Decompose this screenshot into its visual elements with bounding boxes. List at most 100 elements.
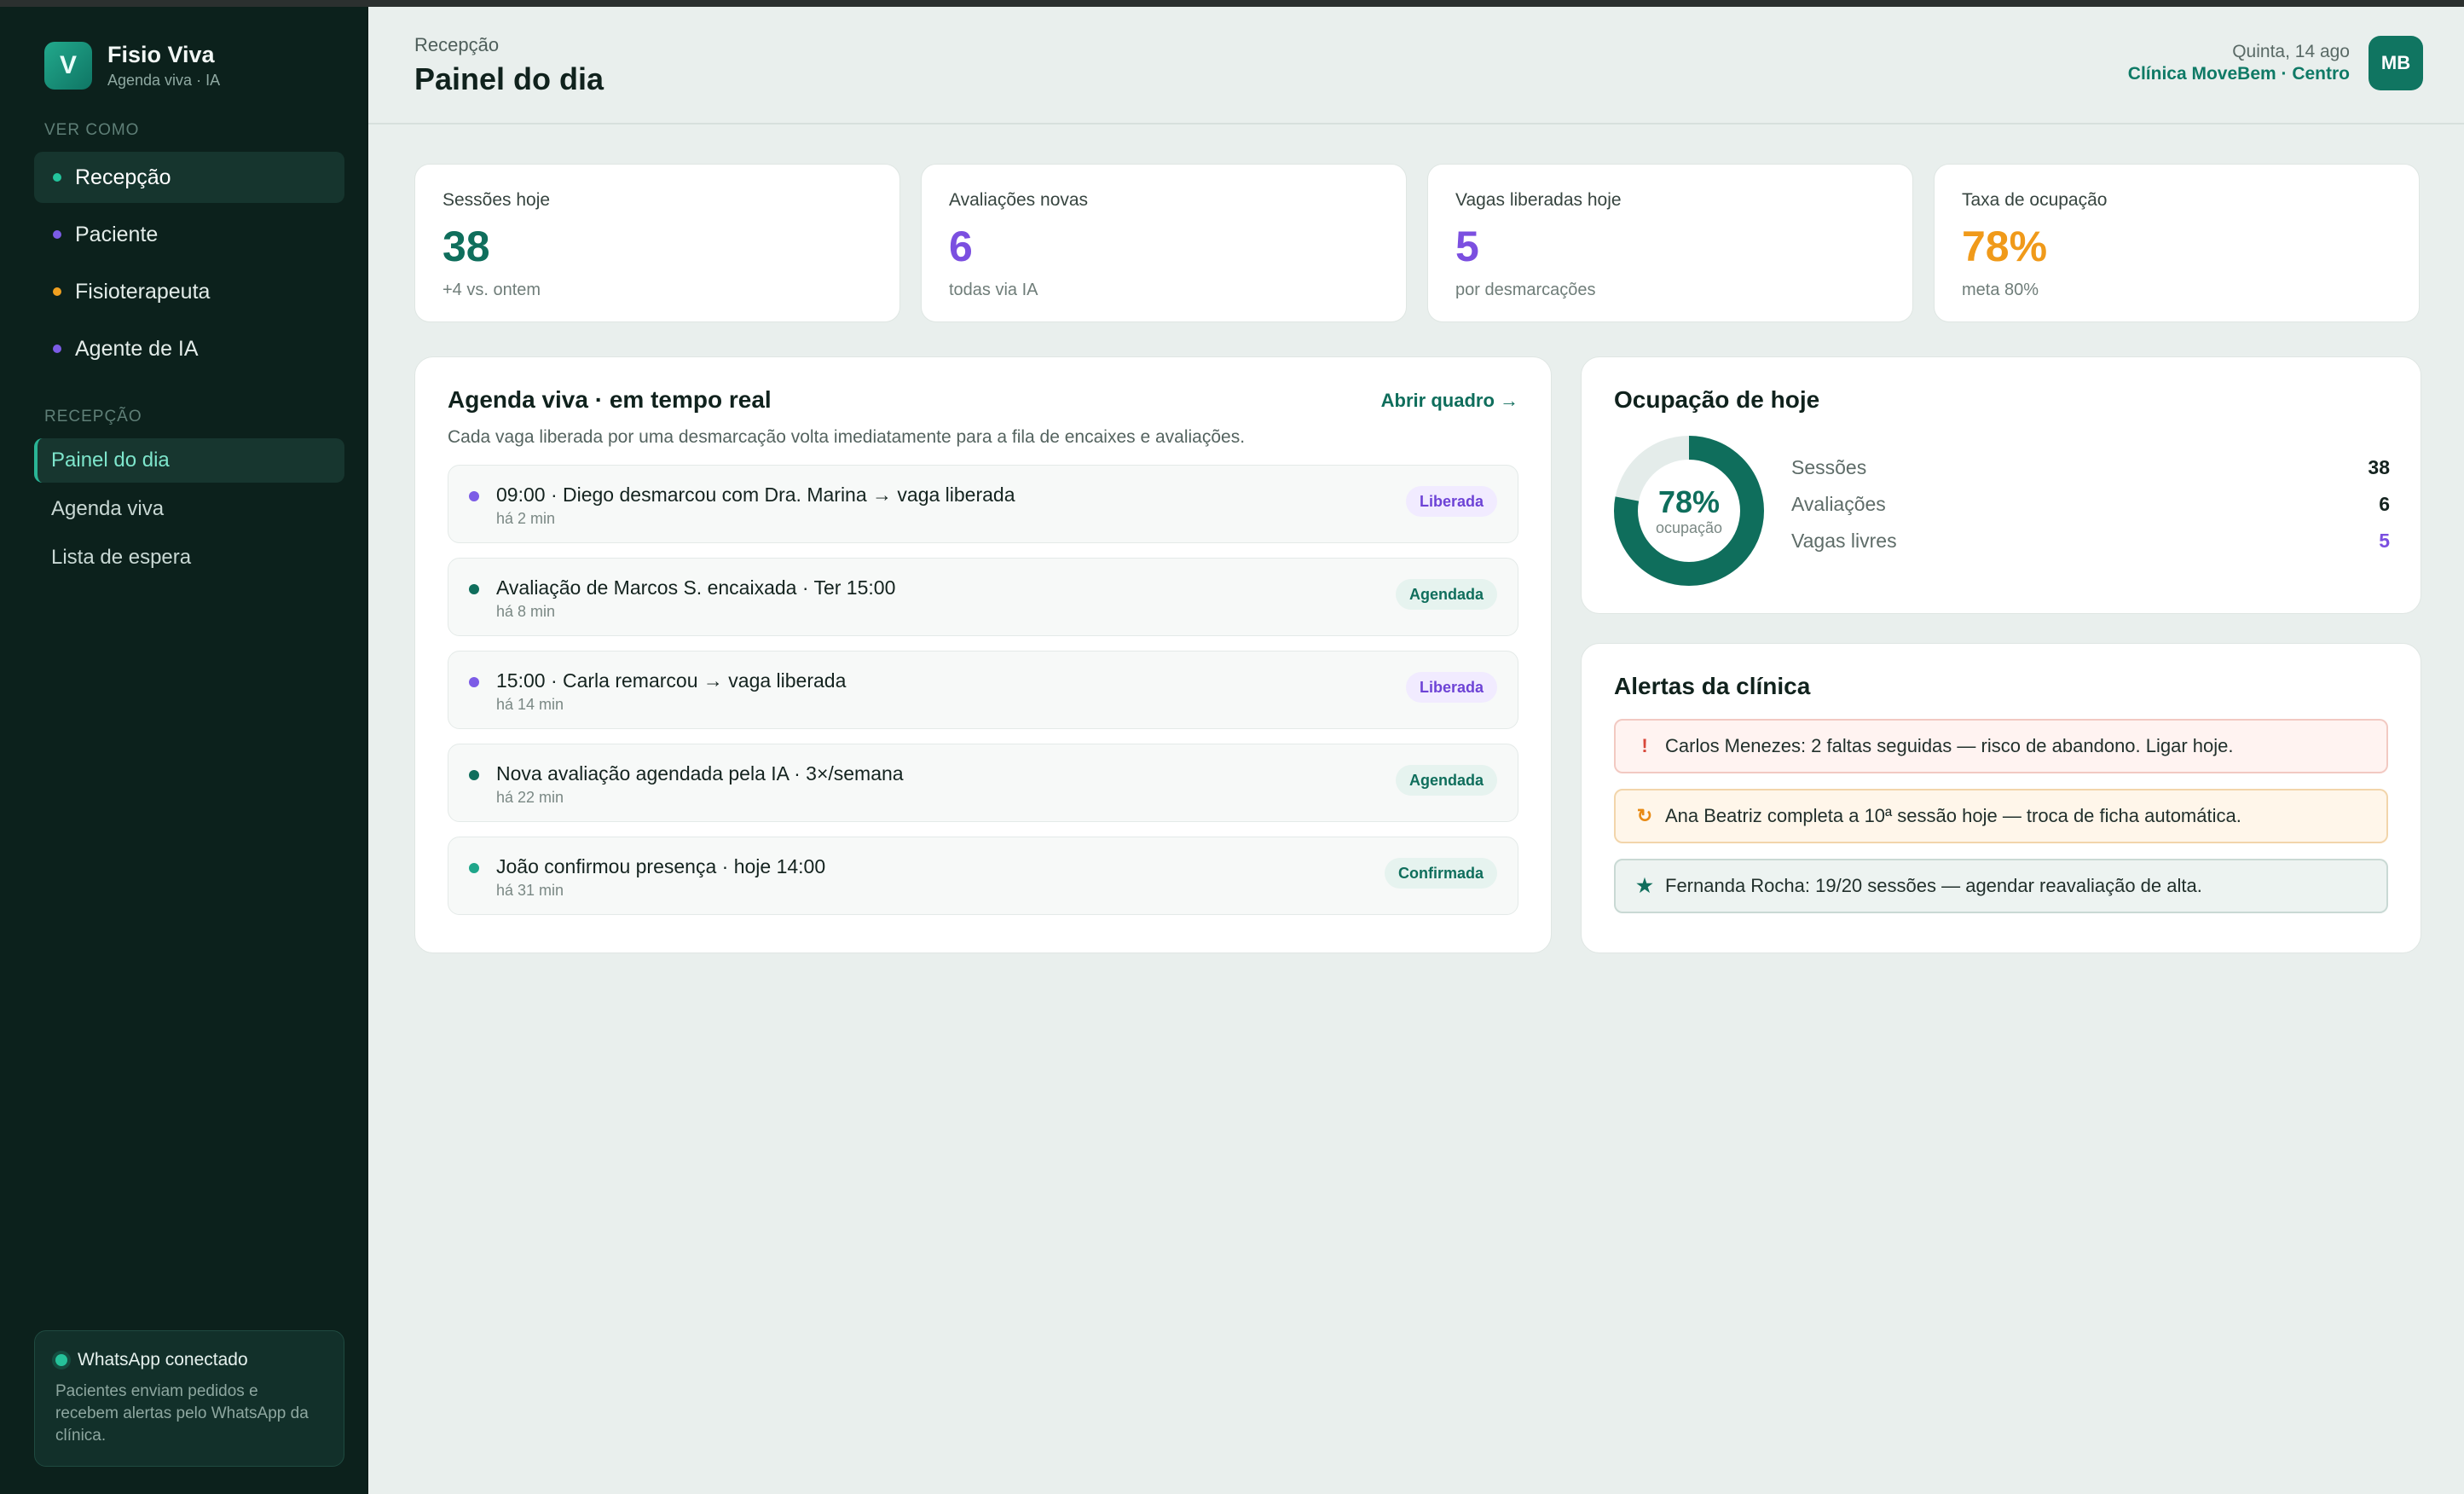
agenda-card: Agenda viva · em tempo real Abrir quadro… (414, 356, 1552, 953)
occupancy-list: Sessões 38 Avaliações 6 Vagas livres 5 (1791, 456, 2390, 566)
agenda-list: 09:00 · Diego desmarcou com Dra. Marina … (448, 465, 1518, 915)
list-item[interactable]: 15:00 · Carla remarcou → vaga liberada h… (448, 651, 1518, 729)
donut-percent: 78% (1657, 484, 1721, 519)
stat-card-sessoes: Sessões hoje 38 +4 vs. ontem (414, 164, 900, 322)
current-date: Quinta, 14 ago (2232, 42, 2350, 61)
brand-subtitle: Agenda viva · IA (107, 72, 221, 89)
list-item[interactable]: João confirmou presença · hoje 14:00 há … (448, 837, 1518, 915)
whatsapp-status-card: WhatsApp conectado Pacientes enviam pedi… (34, 1330, 344, 1467)
alert-item[interactable]: ★ Fernanda Rocha: 19/20 sessões — agenda… (1614, 859, 2388, 913)
stat-label: Avaliações novas (949, 190, 1089, 210)
nav-list: Painel do dia Agenda viva Lista de esper… (34, 438, 344, 584)
status-dot-icon (469, 584, 479, 594)
stat-note: todas via IA (949, 281, 1038, 299)
status-badge: Confirmada (1384, 858, 1497, 889)
whatsapp-status-title: WhatsApp conectado (55, 1350, 323, 1370)
role-list: Recepção Paciente Fisioterapeuta Agente … (34, 152, 344, 380)
occupancy-row-label: Avaliações (1791, 493, 1886, 515)
role-item-paciente[interactable]: Paciente (34, 209, 344, 260)
status-badge: Agendada (1395, 765, 1497, 796)
role-item-agente-ia[interactable]: Agente de IA (34, 323, 344, 374)
alerts-title: Alertas da clínica (1614, 673, 1811, 699)
status-dot-icon (469, 770, 479, 780)
alert-item[interactable]: ! Carlos Menezes: 2 faltas seguidas — ri… (1614, 719, 2388, 773)
clinic-name[interactable]: Clínica MoveBem · Centro (2128, 63, 2350, 85)
stat-card-ocupacao: Taxa de ocupação 78% meta 80% (1934, 164, 2420, 322)
view-as-label: VER COMO (44, 121, 140, 139)
role-dot-icon (53, 173, 61, 182)
brand-logo: V (44, 42, 92, 90)
header-right: Quinta, 14 ago Clínica MoveBem · Centro … (2128, 36, 2423, 90)
agenda-item-text: Nova avaliação agendada pela IA · 3×/sem… (496, 762, 904, 785)
stat-value: 38 (442, 223, 490, 270)
occupancy-row-value: 6 (2379, 493, 2390, 515)
nav-item-agenda-viva[interactable]: Agenda viva (34, 487, 344, 531)
status-dot-icon (469, 677, 479, 687)
agenda-description: Cada vaga liberada por uma desmarcação v… (448, 427, 1246, 447)
alert-item[interactable]: ↻ Ana Beatriz completa a 10ª sessão hoje… (1614, 789, 2388, 843)
occupancy-row-avaliacoes: Avaliações 6 (1791, 493, 2390, 530)
occupancy-row-value: 38 (2368, 456, 2390, 478)
status-badge: Liberada (1405, 672, 1497, 703)
stat-value: 5 (1455, 223, 1479, 270)
refresh-icon: ↻ (1636, 805, 1653, 826)
whatsapp-title-text: WhatsApp conectado (78, 1350, 248, 1370)
role-item-label: Recepção (75, 165, 171, 189)
avatar[interactable]: MB (2369, 36, 2423, 90)
agenda-item-time: há 8 min (496, 603, 556, 620)
window-top-bar (0, 0, 2464, 7)
stat-note: meta 80% (1962, 281, 2039, 299)
stats-row: Sessões hoje 38 +4 vs. ontem Avaliações … (414, 164, 2420, 322)
role-dot-icon (53, 287, 61, 296)
stat-note: por desmarcações (1455, 281, 1596, 299)
occupancy-row-value: 5 (2379, 530, 2390, 552)
list-item[interactable]: 09:00 · Diego desmarcou com Dra. Marina … (448, 465, 1518, 543)
open-board-link[interactable]: Abrir quadro → (1381, 390, 1518, 412)
alert-text: Carlos Menezes: 2 faltas seguidas — risc… (1665, 735, 2234, 756)
agenda-item-time: há 22 min (496, 789, 564, 806)
exclamation-icon: ! (1641, 735, 1648, 756)
occupancy-row-sessoes: Sessões 38 (1791, 456, 2390, 493)
role-item-label: Paciente (75, 222, 159, 246)
status-badge: Agendada (1395, 579, 1497, 610)
alert-text: Fernanda Rocha: 19/20 sessões — agendar … (1665, 875, 2202, 896)
alert-list: ! Carlos Menezes: 2 faltas seguidas — ri… (1614, 719, 2388, 913)
agenda-item-time: há 31 min (496, 882, 564, 899)
stat-value: 6 (949, 223, 973, 270)
status-dot-icon (469, 863, 479, 873)
role-item-fisioterapeuta[interactable]: Fisioterapeuta (34, 266, 344, 317)
stat-label: Sessões hoje (442, 190, 551, 210)
whatsapp-description: Pacientes enviam pedidos e recebem alert… (55, 1382, 309, 1445)
brand[interactable]: V Fisio Viva Agenda viva · IA (44, 41, 220, 90)
breadcrumb[interactable]: Recepção (414, 34, 499, 56)
stat-card-avaliacoes: Avaliações novas 6 todas via IA (921, 164, 1407, 322)
section-label-recepcao: RECEPÇÃO (44, 408, 142, 426)
agenda-item-time: há 14 min (496, 696, 564, 713)
donut-center: 78% ocupação (1614, 436, 1764, 586)
agenda-item-text: Avaliação de Marcos S. encaixada · Ter 1… (496, 576, 896, 599)
stat-card-vagas: Vagas liberadas hoje 5 por desmarcações (1427, 164, 1913, 322)
list-item[interactable]: Nova avaliação agendada pela IA · 3×/sem… (448, 744, 1518, 822)
star-icon: ★ (1636, 875, 1653, 896)
role-item-recepcao[interactable]: Recepção (34, 152, 344, 203)
stat-label: Vagas liberadas hoje (1455, 190, 1622, 210)
occupancy-card: Ocupação de hoje 78% ocupação Sessões 38… (1581, 356, 2421, 614)
donut-label: ocupação (1655, 518, 1723, 536)
stat-label: Taxa de ocupação (1962, 190, 2108, 210)
nav-item-painel-do-dia[interactable]: Painel do dia (34, 438, 344, 483)
agenda-item-time: há 2 min (496, 510, 556, 527)
role-dot-icon (53, 230, 61, 239)
page-header: Recepção Painel do dia Quinta, 14 ago Cl… (368, 7, 2464, 124)
agenda-title: Agenda viva · em tempo real (448, 386, 772, 413)
agenda-item-text: 15:00 · Carla remarcou → vaga liberada (496, 669, 847, 692)
status-dot-icon (55, 1354, 67, 1366)
nav-item-lista-de-espera[interactable]: Lista de espera (34, 536, 344, 580)
occupancy-row-label: Vagas livres (1791, 530, 1897, 552)
occupancy-row-vagas: Vagas livres 5 (1791, 530, 2390, 566)
sidebar: V Fisio Viva Agenda viva · IA VER COMO R… (0, 7, 368, 1494)
brand-text: Fisio Viva Agenda viva · IA (107, 41, 220, 90)
list-item[interactable]: Avaliação de Marcos S. encaixada · Ter 1… (448, 558, 1518, 636)
role-dot-icon (53, 345, 61, 353)
page-title: Painel do dia (414, 61, 604, 96)
status-badge: Liberada (1405, 486, 1497, 517)
